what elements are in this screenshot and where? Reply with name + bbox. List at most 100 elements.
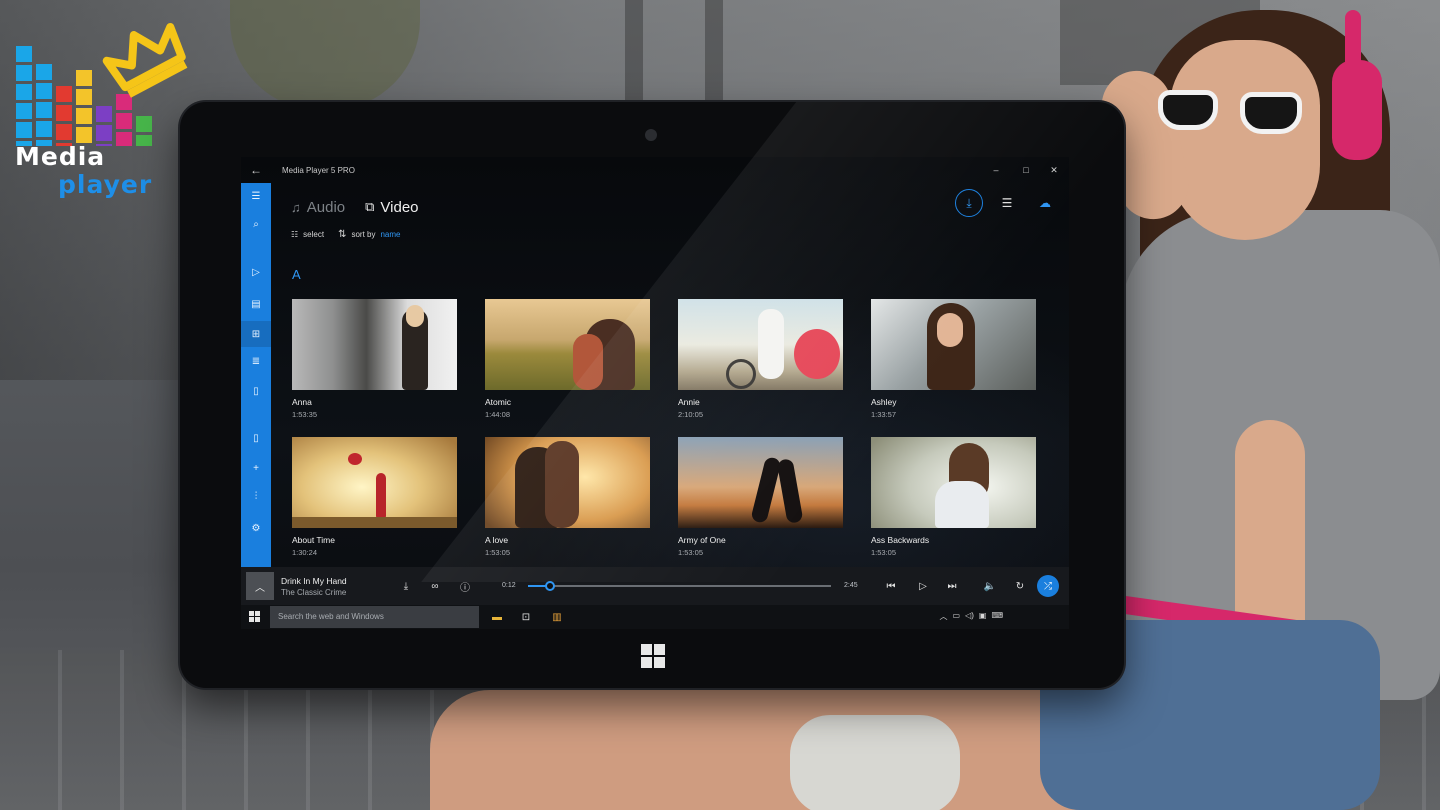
windows-button-icon[interactable] (641, 644, 665, 668)
logo-text-player: player (58, 170, 153, 199)
sort-button[interactable]: ⇅ sort by name (338, 229, 400, 240)
logo-text-media: Media (15, 142, 106, 171)
taskbar-search-input[interactable]: Search the web and Windows (270, 606, 479, 628)
device-icon[interactable]: ▯ (241, 378, 271, 404)
video-thumbnail[interactable] (485, 437, 650, 528)
video-title: Anna (292, 397, 312, 407)
select-icon: ☷ (291, 230, 299, 239)
video-card[interactable]: Ashley 1:33:57 (871, 299, 1036, 425)
volume-icon[interactable]: 🔈 (980, 576, 1000, 596)
girl-figure (1040, 0, 1440, 810)
camera-dot (645, 129, 657, 141)
queue-icon[interactable]: ☰ (993, 189, 1021, 217)
video-thumbnail[interactable] (292, 299, 457, 390)
previous-icon[interactable]: ⏮ (881, 576, 901, 596)
file-explorer-icon[interactable]: ▬ (489, 609, 505, 625)
sidebar: ☰ ⌕ ▷ ▤ ⊞ ≣ ▯ ▯ + ⫶ ⚙ (241, 183, 271, 567)
tray-keyboard-icon[interactable]: ⌨ (991, 611, 1003, 622)
back-arrow-icon[interactable]: ← (247, 161, 265, 179)
video-duration: 2:10:05 (678, 410, 704, 419)
next-icon[interactable]: ⏭ (942, 576, 962, 596)
media-player-taskbar-icon[interactable]: ▥ (549, 609, 565, 625)
video-card[interactable]: A love 1:53:05 (485, 437, 650, 563)
title-bar: ← Media Player 5 PRO – □ ✕ (241, 157, 1069, 183)
phone-icon[interactable]: ▯ (241, 425, 271, 451)
select-button[interactable]: ☷ select (291, 230, 324, 239)
minimize-button[interactable]: – (983, 161, 1009, 179)
video-title: Ashley (871, 397, 897, 407)
video-thumbnail[interactable] (871, 437, 1036, 528)
list-icon[interactable]: ≣ (241, 348, 271, 374)
download-icon[interactable]: ⤓ (396, 576, 416, 596)
tray-chevron-icon[interactable]: ︿ (940, 611, 948, 622)
sort-icon: ⇅ (338, 229, 347, 240)
search-icon[interactable]: ⌕ (241, 211, 271, 237)
lastfm-icon[interactable]: ∞ (425, 576, 445, 596)
select-label: select (303, 230, 325, 239)
video-card[interactable]: Atomic 1:44:08 (485, 299, 650, 425)
windows-taskbar: Search the web and Windows ▬ ⊡ ▥ ︿ ▭ ◁) … (241, 605, 1069, 629)
video-thumbnail[interactable] (485, 299, 650, 390)
video-duration: 1:53:05 (678, 548, 704, 557)
video-thumbnail[interactable] (678, 299, 843, 390)
player-bar: ︿ Drink In My Hand The Classic Crime ⤓ ∞… (241, 567, 1069, 605)
video-grid: Anna 1:53:35 Atomic 1:44:08 Annie 2:10:0… (292, 299, 1052, 563)
video-card[interactable]: Anna 1:53:35 (292, 299, 457, 425)
settings-icon[interactable]: ⚙ (241, 515, 271, 541)
video-duration: 1:30:24 (292, 548, 318, 557)
seek-handle[interactable] (545, 581, 556, 591)
video-title: A love (485, 535, 509, 545)
tray-network-icon[interactable]: ▣ (979, 611, 987, 622)
menu-icon[interactable]: ☰ (241, 183, 271, 209)
sort-value: name (380, 230, 401, 239)
equalizer-icon[interactable]: ⫶ (241, 483, 271, 509)
play-icon[interactable]: ▷ (913, 576, 933, 596)
now-playing-artist: The Classic Crime (281, 588, 347, 597)
video-thumbnail[interactable] (292, 437, 457, 528)
repeat-icon[interactable]: ↻ (1010, 576, 1030, 596)
tray-battery-icon[interactable]: ▭ (953, 611, 961, 622)
media-tabs: ♫ Audio ⧉ Video (291, 195, 419, 219)
seek-slider[interactable] (528, 581, 831, 591)
store-icon[interactable]: ⊡ (518, 609, 534, 625)
system-tray: ︿ ▭ ◁) ▣ ⌨ (940, 611, 1004, 622)
video-card[interactable]: Ass Backwards 1:53:05 (871, 437, 1036, 563)
cloud-icon[interactable]: ☁ (1031, 189, 1059, 217)
total-time: 2:45 (844, 582, 858, 589)
tab-video[interactable]: ⧉ Video (365, 199, 418, 216)
download-icon[interactable]: ⤓ (955, 189, 983, 217)
maximize-button[interactable]: □ (1013, 161, 1039, 179)
video-thumbnail[interactable] (678, 437, 843, 528)
tab-audio[interactable]: ♫ Audio (291, 199, 345, 216)
playlist-icon[interactable]: ▤ (241, 291, 271, 317)
video-duration: 1:53:35 (292, 410, 318, 419)
video-card[interactable]: About Time 1:30:24 (292, 437, 457, 563)
video-duration: 1:44:08 (485, 410, 511, 419)
tray-volume-icon[interactable]: ◁) (965, 611, 974, 622)
list-toolbar: ☷ select ⇅ sort by name (291, 229, 401, 240)
video-card[interactable]: Army of One 1:53:05 (678, 437, 843, 563)
music-note-icon: ♫ (291, 199, 301, 215)
video-thumbnail[interactable] (871, 299, 1036, 390)
shuffle-icon[interactable]: ⤮ (1037, 575, 1059, 597)
video-title: About Time (292, 535, 335, 545)
video-title: Annie (678, 397, 700, 407)
sort-label: sort by (351, 230, 376, 239)
video-title: Atomic (485, 397, 511, 407)
crown-icon (102, 22, 188, 98)
video-duration: 1:53:05 (485, 548, 511, 557)
elapsed-time: 0:12 (502, 582, 516, 589)
expand-player-button[interactable]: ︿ (246, 572, 274, 600)
video-duration: 1:53:05 (871, 548, 897, 557)
close-button[interactable]: ✕ (1041, 161, 1067, 179)
tab-audio-label: Audio (306, 198, 346, 216)
add-icon[interactable]: + (241, 455, 271, 481)
section-letter: A (292, 267, 301, 282)
windows-start-icon[interactable] (249, 611, 261, 623)
grid-icon[interactable]: ⊞ (241, 321, 271, 347)
info-icon[interactable]: ⓘ (455, 576, 475, 596)
video-title: Ass Backwards (871, 535, 930, 545)
play-icon[interactable]: ▷ (241, 259, 271, 285)
video-card[interactable]: Annie 2:10:05 (678, 299, 843, 425)
now-playing-title: Drink In My Hand (281, 576, 347, 586)
